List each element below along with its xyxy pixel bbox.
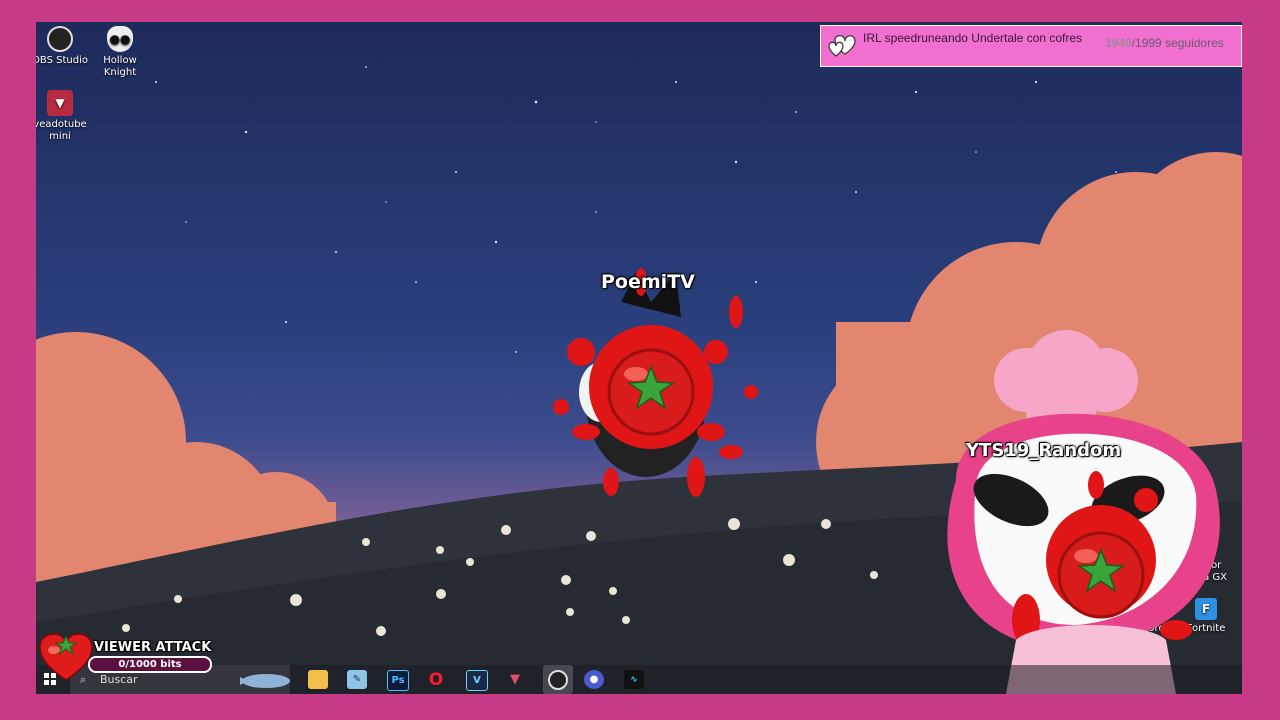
goal-title: IRL speedruneando Undertale con cofres [863, 31, 1083, 45]
app-icon[interactable]: ● [584, 670, 604, 689]
viewer-attack-progress: 0/1000 bits [88, 656, 212, 673]
whale-widget-icon[interactable] [236, 669, 292, 689]
tomato-heart-icon [39, 633, 93, 681]
hearts-icon [828, 35, 856, 57]
goal-total: /1999 seguidores [1131, 36, 1224, 50]
vegas-icon[interactable]: V [466, 670, 488, 691]
desktop-icon-label: OBS Studio [36, 55, 88, 66]
terminal-icon[interactable]: ∿ [624, 670, 644, 689]
veadotube-icon[interactable]: ▼ [505, 670, 525, 689]
desktop-icon-hollow-knight[interactable]: ●● Hollow Knight [90, 26, 150, 79]
desktop-screen: OBS Studio ●● Hollow Knight ▼ veadotube … [36, 22, 1242, 694]
veadotube-icon: ▼ [47, 90, 73, 116]
user-name-tag-poemitv: PoemiTV [601, 271, 695, 293]
hollow-knight-icon: ●● [107, 26, 133, 52]
user-name-tag-yts19: YTS19_Random [966, 440, 1122, 461]
desktop-icon-label: veadotube mini [36, 119, 87, 142]
yts-character-splat [947, 330, 1220, 694]
viewer-attack-bits: 0/1000 bits [118, 659, 182, 670]
goal-current: 1940 [1105, 36, 1132, 50]
desktop-icon-veadotube[interactable]: ▼ veadotube mini [36, 90, 90, 143]
photoshop-icon[interactable]: Ps [387, 670, 409, 691]
opera-icon[interactable]: O [426, 670, 446, 690]
desktop-icon-obs[interactable]: OBS Studio [36, 26, 90, 67]
follower-goal-widget: IRL speedruneando Undertale con cofres 1… [820, 25, 1242, 67]
obs-icon [47, 26, 73, 52]
paint-icon[interactable]: ✎ [347, 670, 367, 689]
desktop-icon-label: Hollow Knight [103, 55, 137, 78]
file-explorer-icon[interactable] [308, 670, 328, 689]
viewer-attack-widget: VIEWER ATTACK 0/1000 bits [38, 632, 218, 682]
goal-count: 1940/1999 seguidores [1105, 36, 1224, 50]
viewer-attack-title: VIEWER ATTACK [94, 640, 212, 655]
obs-icon[interactable] [543, 665, 573, 694]
